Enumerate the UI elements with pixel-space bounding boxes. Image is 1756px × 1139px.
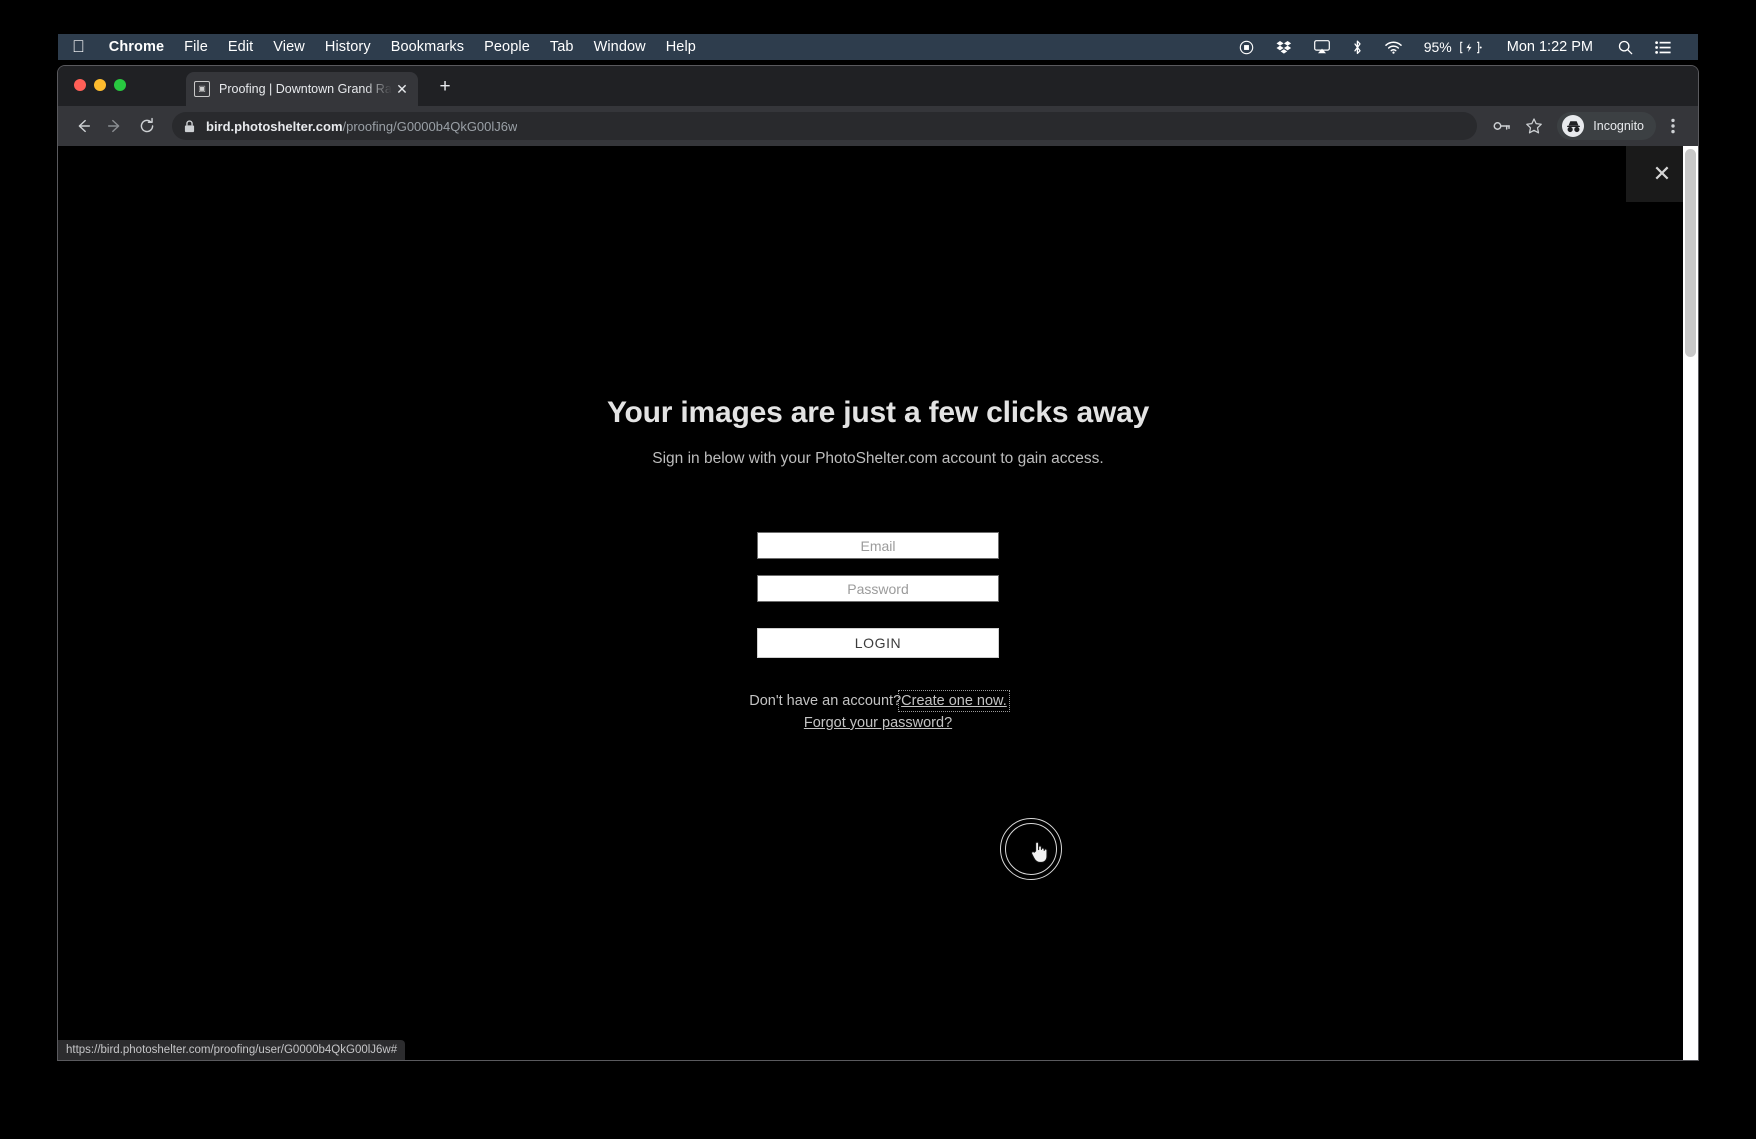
- close-icon[interactable]: ✕: [394, 81, 410, 97]
- macos-menu-bar:  Chrome File Edit View History Bookmark…: [58, 34, 1698, 60]
- desktop-background:  Chrome File Edit View History Bookmark…: [0, 0, 1756, 1139]
- reload-icon[interactable]: [132, 111, 162, 141]
- menu-item-tab[interactable]: Tab: [540, 39, 584, 55]
- tab-title: Proofing | Downtown Grand Ra: [219, 82, 392, 96]
- bluetooth-icon[interactable]: [1341, 40, 1374, 55]
- password-input[interactable]: Password: [757, 575, 999, 602]
- menu-item-help[interactable]: Help: [656, 39, 706, 55]
- chrome-browser-window: ▣ Proofing | Downtown Grand Ra ✕ + bird.…: [58, 66, 1698, 1060]
- airplay-icon[interactable]: [1303, 40, 1341, 54]
- login-panel: Your images are just a few clicks away S…: [58, 396, 1698, 734]
- back-icon[interactable]: [68, 111, 98, 141]
- mouse-cursor-pointer-icon: [1030, 840, 1050, 864]
- menu-item-chrome[interactable]: Chrome: [99, 39, 174, 55]
- battery-percent: 95%: [1423, 39, 1452, 55]
- page-content: ✕ Your images are just a few clicks away…: [58, 146, 1698, 1060]
- window-close-button[interactable]: [74, 79, 86, 91]
- control-center-icon[interactable]: [1644, 40, 1682, 54]
- window-minimize-button[interactable]: [94, 79, 106, 91]
- menu-item-people[interactable]: People: [474, 39, 540, 55]
- close-icon: ✕: [1652, 161, 1672, 186]
- password-placeholder: Password: [847, 580, 909, 597]
- menu-item-view[interactable]: View: [263, 39, 315, 55]
- camera-icon: ▣: [194, 81, 210, 97]
- profile-incognito-button[interactable]: Incognito: [1557, 112, 1656, 140]
- page-title: Your images are just a few clicks away: [606, 396, 1150, 429]
- page-scrollbar-track[interactable]: [1683, 146, 1698, 1060]
- forgot-password-link[interactable]: Forgot your password?: [804, 715, 952, 731]
- link-status-bar: https://bird.photoshelter.com/proofing/u…: [58, 1040, 406, 1060]
- forgot-password-row: Forgot your password?: [749, 712, 1007, 734]
- address-bar[interactable]: bird.photoshelter.com/proofing/G0000b4Qk…: [172, 112, 1478, 140]
- menu-item-bookmarks[interactable]: Bookmarks: [381, 39, 474, 55]
- email-placeholder: Email: [860, 537, 896, 554]
- tab-strip: ▣ Proofing | Downtown Grand Ra ✕ +: [58, 66, 1698, 106]
- menu-item-history[interactable]: History: [315, 39, 381, 55]
- url-domain: bird.photoshelter.com: [206, 118, 343, 134]
- no-account-label: Don't have an account?: [749, 693, 902, 709]
- login-links: Don't have an account?Create one now. Fo…: [749, 690, 1010, 734]
- forward-icon[interactable]: [100, 111, 130, 141]
- screen-record-icon[interactable]: [1228, 40, 1265, 55]
- profile-label: Incognito: [1593, 119, 1644, 133]
- battery-charging-icon[interactable]: [1456, 41, 1493, 54]
- incognito-icon: [1562, 115, 1585, 137]
- browser-tab[interactable]: ▣ Proofing | Downtown Grand Ra ✕: [186, 72, 418, 106]
- star-icon[interactable]: [1519, 111, 1549, 141]
- three-dot-menu-icon[interactable]: [1658, 111, 1688, 141]
- address-bar-url: bird.photoshelter.com/proofing/G0000b4Qk…: [206, 119, 517, 134]
- wifi-icon[interactable]: [1374, 41, 1413, 54]
- menu-bar-clock[interactable]: Mon 1:22 PM: [1493, 39, 1607, 55]
- menu-item-edit[interactable]: Edit: [218, 39, 263, 55]
- dropbox-icon[interactable]: [1265, 40, 1303, 55]
- login-button[interactable]: LOGIN: [757, 628, 999, 658]
- create-account-row: Don't have an account?Create one now.: [749, 690, 1010, 712]
- click-highlight-ring: [1000, 818, 1062, 880]
- key-icon[interactable]: [1487, 111, 1517, 141]
- browser-toolbar: bird.photoshelter.com/proofing/G0000b4Qk…: [58, 106, 1698, 146]
- window-zoom-button[interactable]: [114, 79, 126, 91]
- email-input[interactable]: Email: [757, 532, 999, 559]
- window-traffic-lights: [74, 79, 126, 91]
- create-account-link[interactable]: Create one now.: [898, 690, 1010, 712]
- search-icon[interactable]: [1607, 40, 1644, 55]
- lock-icon[interactable]: [184, 119, 195, 133]
- menu-item-window[interactable]: Window: [584, 39, 656, 55]
- menu-bar-status-area: 95% Mon 1:22 PM: [1228, 39, 1698, 55]
- new-tab-button[interactable]: +: [432, 74, 458, 100]
- apple-logo-icon[interactable]: : [72, 38, 85, 55]
- url-path: /proofing/G0000b4QkG00lJ6w: [342, 118, 518, 134]
- menu-item-file[interactable]: File: [174, 39, 218, 55]
- page-scrollbar-thumb[interactable]: [1685, 149, 1696, 357]
- page-subtitle: Sign in below with your PhotoShelter.com…: [652, 450, 1104, 467]
